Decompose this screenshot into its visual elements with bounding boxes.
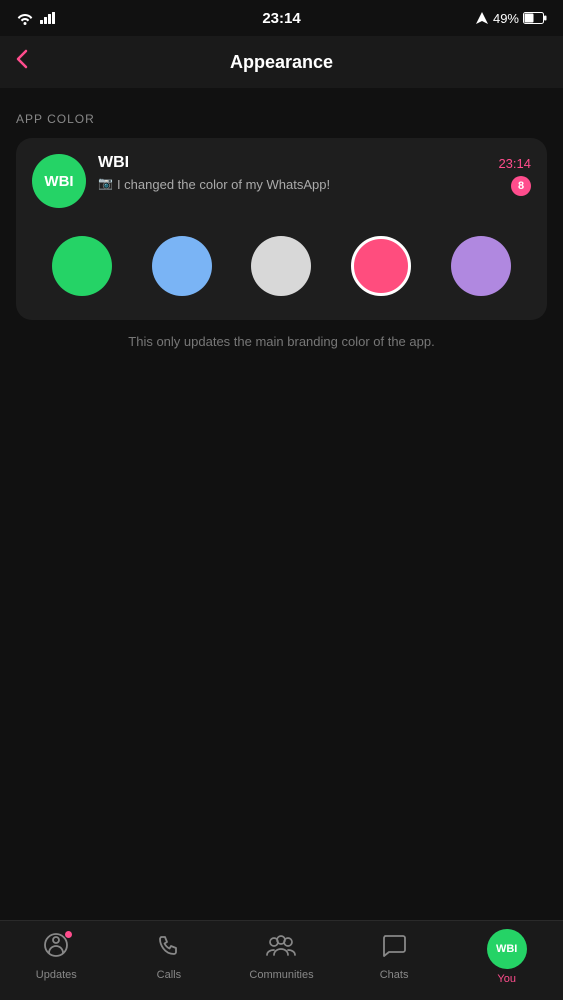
swatch-pink[interactable] xyxy=(351,236,411,296)
status-bar: 23:14 49% xyxy=(0,0,563,36)
chat-message: I changed the color of my WhatsApp! xyxy=(117,176,330,194)
tab-label-updates: Updates xyxy=(36,969,77,981)
swatch-green[interactable] xyxy=(52,236,112,296)
tab-item-updates[interactable]: Updates xyxy=(0,932,113,989)
main-content: APP COLOR WBI WBI 23:14 📷 I changed the … xyxy=(0,88,563,349)
chat-time: 23:14 xyxy=(498,156,531,171)
tab-item-calls[interactable]: Calls xyxy=(113,932,226,989)
tab-bar: Updates Calls Communities xyxy=(0,920,563,1000)
color-card: WBI WBI 23:14 📷 I changed the color of m… xyxy=(16,138,547,320)
calls-icon xyxy=(156,932,182,965)
unread-badge: 8 xyxy=(511,176,531,196)
wifi-icon xyxy=(16,11,34,25)
section-label: APP COLOR xyxy=(16,112,547,126)
swatch-white[interactable] xyxy=(251,236,311,296)
header: Appearance xyxy=(0,36,563,88)
status-right: 49% xyxy=(475,11,547,26)
status-time: 23:14 xyxy=(262,10,300,27)
updates-icon xyxy=(43,932,69,965)
swatch-purple[interactable] xyxy=(451,236,511,296)
battery-icon xyxy=(523,12,547,24)
swatch-blue[interactable] xyxy=(152,236,212,296)
chat-info: WBI 23:14 📷 I changed the color of my Wh… xyxy=(98,154,531,196)
tab-label-communities: Communities xyxy=(249,969,313,981)
status-left xyxy=(16,11,56,25)
chats-icon xyxy=(381,932,407,965)
back-button[interactable] xyxy=(16,49,28,75)
updates-dot xyxy=(64,930,73,939)
tab-item-chats[interactable]: Chats xyxy=(338,932,451,989)
tab-label-chats: Chats xyxy=(380,969,409,981)
chat-name-row: WBI 23:14 xyxy=(98,154,531,172)
avatar: WBI xyxy=(32,154,86,208)
chat-preview: WBI WBI 23:14 📷 I changed the color of m… xyxy=(32,154,531,208)
header-title: Appearance xyxy=(230,52,333,73)
chat-name: WBI xyxy=(98,154,129,172)
tab-item-you[interactable]: WBI You xyxy=(450,929,563,993)
location-icon xyxy=(475,11,489,25)
you-avatar: WBI xyxy=(487,929,527,969)
hint-text: This only updates the main branding colo… xyxy=(16,334,547,349)
swatch-row xyxy=(32,228,531,304)
tab-item-communities[interactable]: Communities xyxy=(225,932,338,989)
battery-percentage: 49% xyxy=(493,11,519,26)
tab-label-you: You xyxy=(497,973,516,985)
camera-icon: 📷 xyxy=(98,176,113,190)
chat-msg-row: 📷 I changed the color of my WhatsApp! 8 xyxy=(98,176,531,196)
tab-label-calls: Calls xyxy=(157,969,181,981)
signal-icon xyxy=(40,12,56,24)
communities-icon xyxy=(266,932,296,965)
